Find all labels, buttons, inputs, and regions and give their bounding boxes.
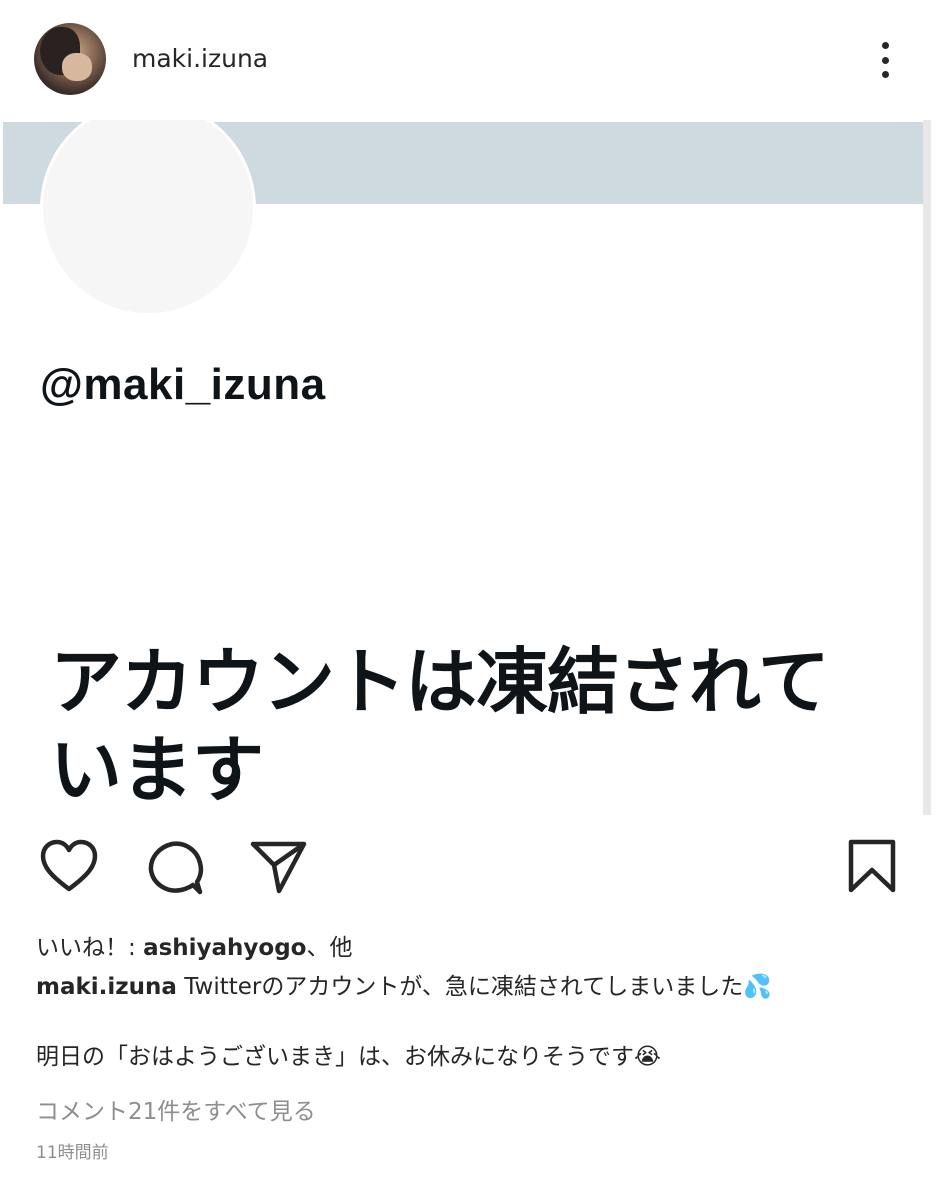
likes-user[interactable]: ashiyahyogo — [143, 935, 306, 961]
post-caption: maki.izuna Twitterのアカウントが、急に凍結されてしまいました💦… — [36, 970, 916, 1074]
likes-summary: いいね！: ashiyahyogo、他 — [36, 928, 352, 962]
post-username[interactable]: maki.izuna — [132, 44, 268, 73]
suspended-message: アカウントは凍結されています — [50, 640, 830, 812]
heart-icon[interactable] — [38, 836, 100, 898]
bookmark-icon[interactable] — [841, 836, 903, 898]
more-dot-icon — [881, 56, 889, 64]
more-dot-icon — [881, 42, 889, 49]
avatar-face — [62, 53, 92, 81]
avatar[interactable] — [34, 23, 106, 95]
more-options-button[interactable] — [870, 40, 900, 80]
caption-line-1: Twitterのアカウントが、急に凍結されてしまいました💦 — [176, 974, 772, 1000]
action-bar — [0, 830, 939, 900]
share-icon[interactable] — [248, 836, 310, 898]
post-header: maki.izuna — [0, 0, 939, 120]
post-image[interactable]: @maki_izuna アカウントは凍結されています — [0, 120, 939, 815]
image-edge — [923, 120, 931, 815]
profile-picture-placeholder — [40, 120, 256, 316]
likes-prefix: いいね！: — [36, 935, 144, 961]
likes-suffix[interactable]: 、他 — [306, 935, 352, 961]
comment-icon[interactable] — [144, 836, 206, 898]
more-dot-icon — [881, 71, 889, 78]
post-timestamp: 11時間前 — [36, 1143, 109, 1163]
twitter-handle: @maki_izuna — [40, 360, 326, 409]
caption-line-2: 明日の「おはようございまき」は、お休みになりそうです😭 — [36, 1044, 661, 1070]
view-all-comments-link[interactable]: コメント21件をすべて見る — [36, 1092, 316, 1126]
caption-username[interactable]: maki.izuna — [36, 974, 177, 1000]
